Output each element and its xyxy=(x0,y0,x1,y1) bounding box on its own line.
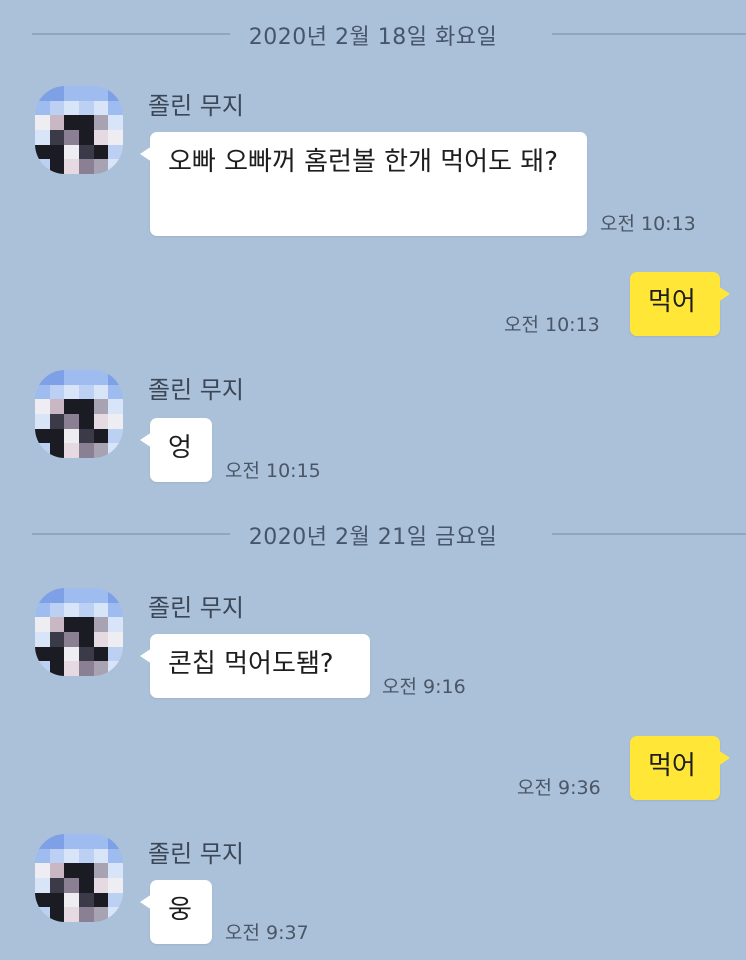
message-bubble-outgoing[interactable]: 먹어 xyxy=(630,736,730,800)
message-text: 먹어 xyxy=(648,751,696,781)
sender-name: 졸린 무지 xyxy=(148,840,244,868)
message-time: 오전 10:15 xyxy=(225,460,321,482)
sender-name: 졸린 무지 xyxy=(148,594,244,622)
message-bubble[interactable]: 오빠 오빠꺼 홈런볼 한개 먹어도 돼? xyxy=(140,132,587,236)
message-text: 웅 xyxy=(168,895,192,925)
date-divider: 2020년 2월 18일 화요일 xyxy=(0,18,746,50)
message-bubble[interactable]: 콘칩 먹어도됌? xyxy=(140,634,370,698)
message-bubble[interactable]: 웅 xyxy=(140,880,212,944)
avatar[interactable] xyxy=(35,588,123,676)
sender-name: 졸린 무지 xyxy=(148,376,244,404)
avatar[interactable] xyxy=(35,86,123,174)
message-time: 오전 9:37 xyxy=(225,922,309,944)
message-bubble[interactable]: 엉 xyxy=(140,418,212,482)
avatar[interactable] xyxy=(35,370,123,458)
message-time: 오전 10:13 xyxy=(600,213,696,235)
message-time: 오전 10:13 xyxy=(504,314,600,336)
date-label: 2020년 2월 21일 금요일 xyxy=(248,525,498,550)
avatar[interactable] xyxy=(35,834,123,922)
message-time: 오전 9:36 xyxy=(517,777,601,799)
message-text: 먹어 xyxy=(648,287,696,317)
message-time: 오전 9:16 xyxy=(382,676,466,698)
sender-name: 졸린 무지 xyxy=(148,92,244,120)
message-text: 오빠 오빠꺼 홈런볼 한개 먹어도 돼? xyxy=(168,147,559,177)
message-text: 엉 xyxy=(168,433,192,463)
date-label: 2020년 2월 18일 화요일 xyxy=(248,25,498,50)
message-bubble-outgoing[interactable]: 먹어 xyxy=(630,272,730,336)
message-text: 콘칩 먹어도됌? xyxy=(168,649,334,679)
date-divider: 2020년 2월 21일 금요일 xyxy=(0,518,746,550)
